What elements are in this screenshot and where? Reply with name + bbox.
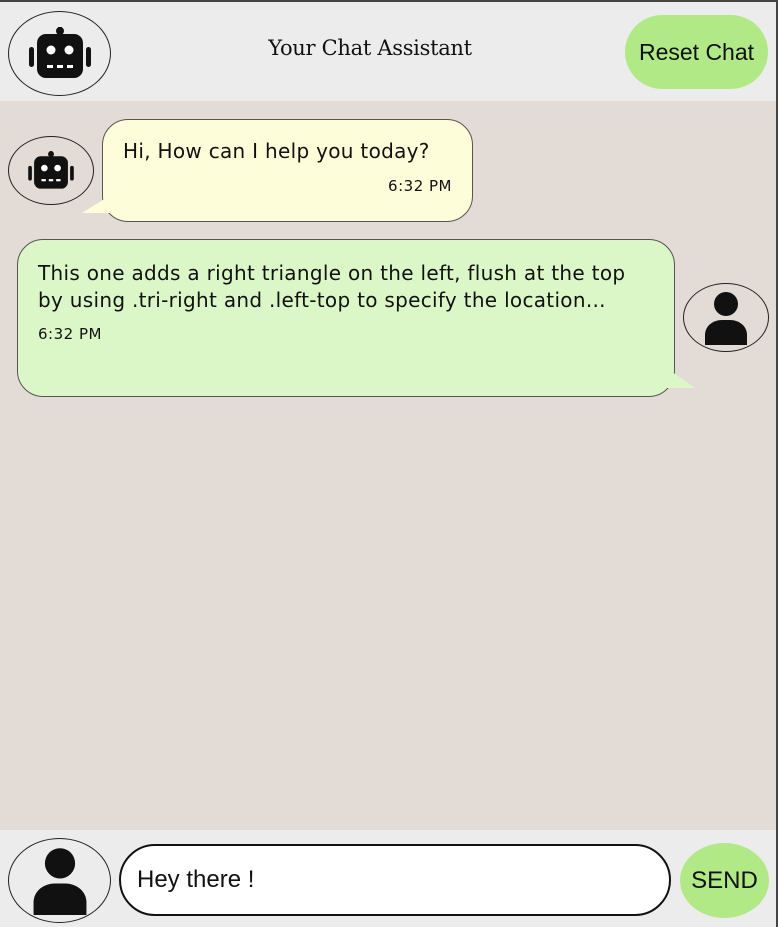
header-bar: Your Chat Assistant Reset Chat	[0, 2, 776, 101]
bot-bubble-tail	[82, 193, 114, 213]
message-text: Hi, How can I help you today?	[123, 139, 430, 163]
user-icon	[703, 291, 749, 345]
robot-icon	[26, 26, 94, 81]
user-icon	[31, 847, 89, 915]
user-avatar	[8, 838, 111, 923]
send-button[interactable]: SEND	[680, 843, 769, 918]
assistant-avatar	[8, 11, 111, 96]
message-timestamp: 6:32 PM	[38, 325, 102, 343]
bot-message-bubble: Hi, How can I help you today? 6:32 PM	[102, 119, 473, 222]
message-timestamp: 6:32 PM	[388, 177, 452, 195]
message-list[interactable]: Hi, How can I help you today? 6:32 PM Th…	[0, 101, 776, 830]
user-bubble-tail	[665, 367, 695, 388]
reset-chat-button[interactable]: Reset Chat	[625, 15, 768, 89]
page-title: Your Chat Assistant	[268, 36, 472, 60]
chat-app: Your Chat Assistant Reset Chat Hi, How c…	[0, 0, 778, 927]
message-text: This one adds a right triangle on the le…	[38, 261, 626, 312]
composer-bar: SEND	[0, 830, 776, 927]
robot-icon	[26, 150, 76, 191]
user-message-avatar	[683, 283, 769, 352]
message-input[interactable]	[119, 844, 671, 916]
user-message-bubble: This one adds a right triangle on the le…	[17, 239, 675, 397]
